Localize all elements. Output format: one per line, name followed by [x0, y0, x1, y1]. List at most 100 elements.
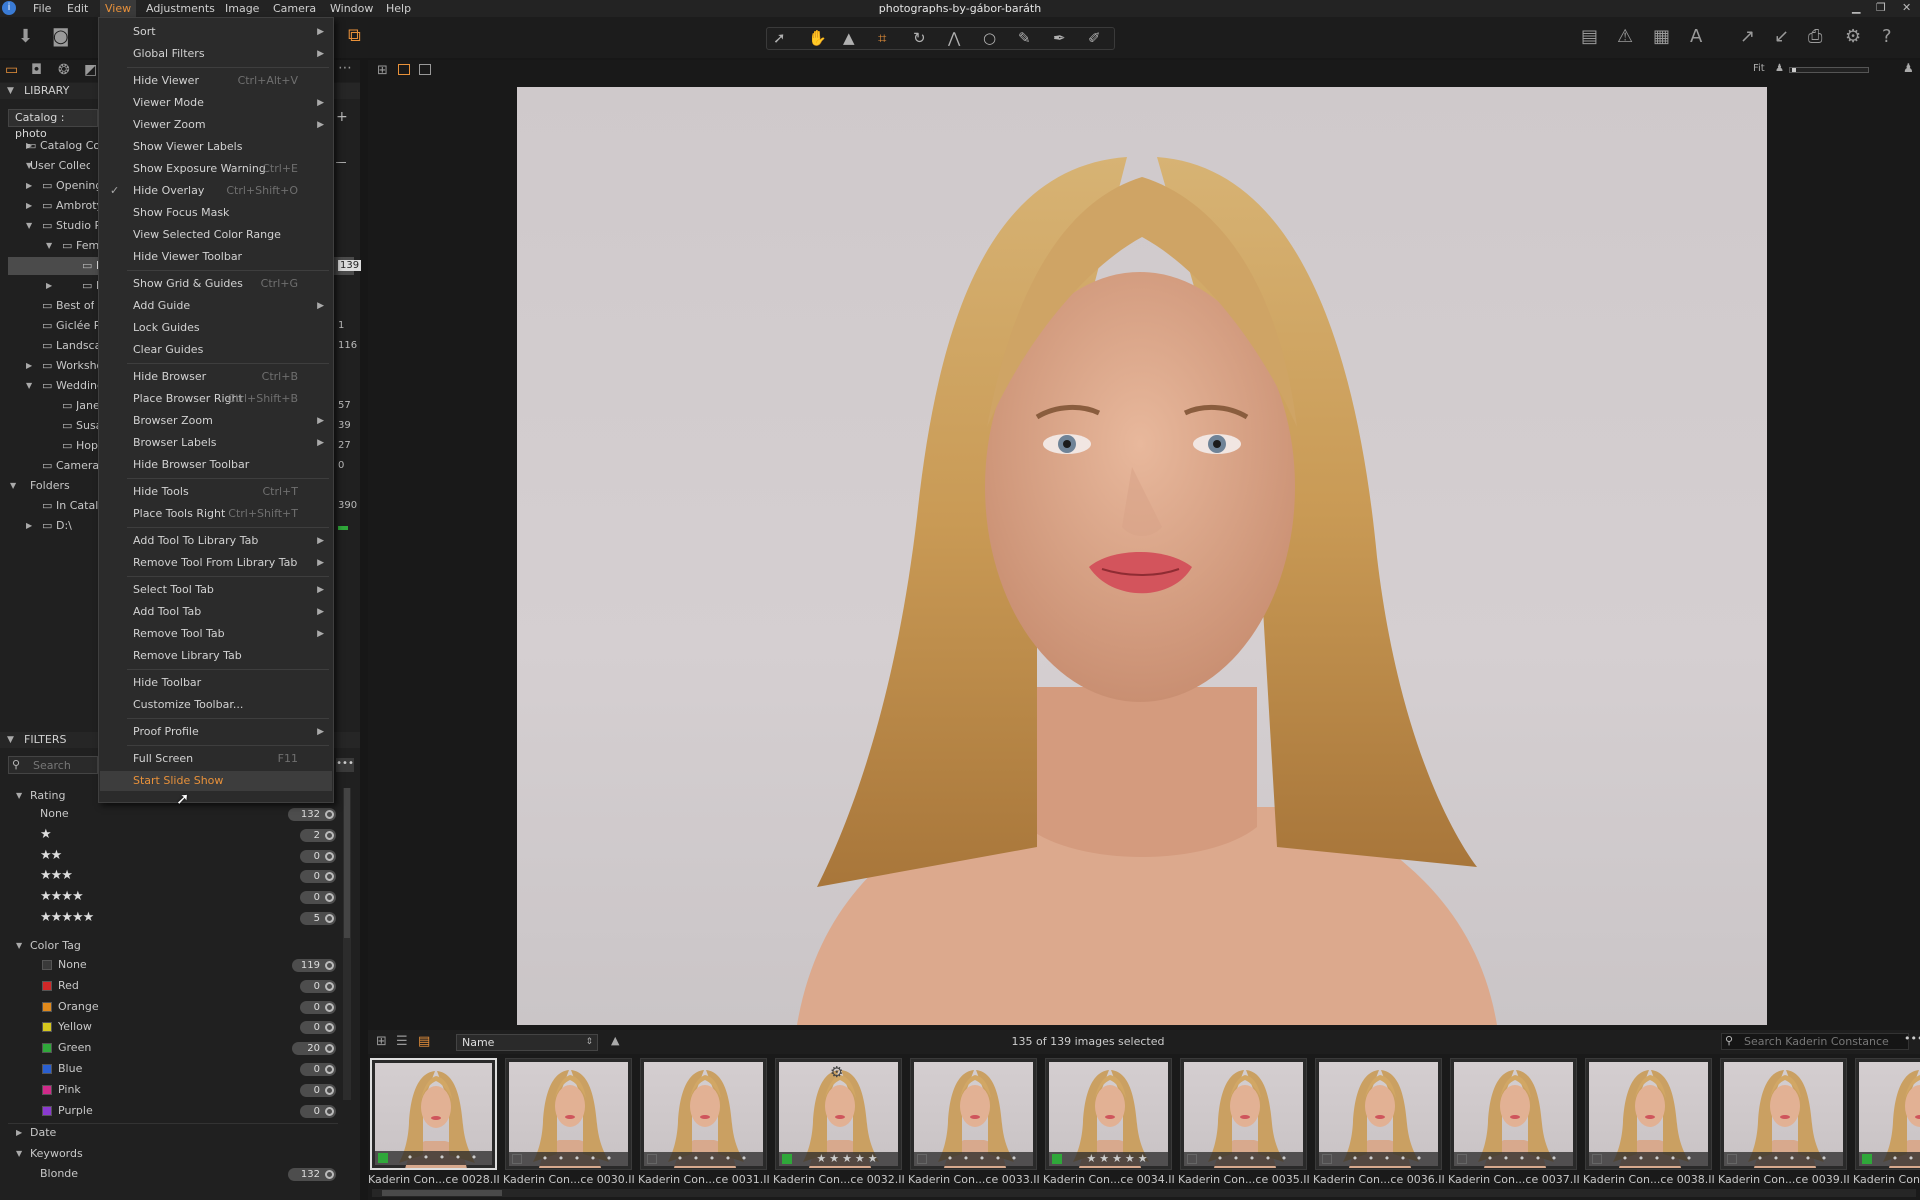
filter-options-icon[interactable]: •••: [336, 758, 354, 772]
zoom-icon[interactable]: ▲: [843, 29, 855, 47]
date-header[interactable]: ▶ Date: [12, 1124, 342, 1142]
expand-icon[interactable]: ▼: [46, 237, 52, 255]
thumbnail[interactable]: • • • • •: [505, 1058, 632, 1170]
viewer-single-icon[interactable]: [398, 64, 410, 75]
color-tag-icon[interactable]: [782, 1154, 792, 1164]
menu-item[interactable]: Hide Overlay Ctrl+Shift+O ✓: [100, 181, 332, 201]
panel-menu-icon[interactable]: ⋯: [338, 60, 352, 76]
menu-item[interactable]: Viewer Mode ▶: [100, 93, 332, 113]
tree-item[interactable]: ▭Hope: [8, 437, 98, 455]
rating-filter-item[interactable]: ★★: [40, 847, 240, 865]
star-rating-icon[interactable]: • • • • •: [1609, 1152, 1708, 1166]
color-filter-item[interactable]: Pink: [58, 1081, 208, 1099]
rating-filter-item[interactable]: ★★★★★: [40, 909, 240, 927]
viewer-grid-icon[interactable]: ⊞: [377, 63, 388, 78]
browser-grid-icon[interactable]: ⊞: [376, 1034, 387, 1049]
copy-adjustments-icon[interactable]: ↗: [1740, 27, 1755, 47]
menu-item[interactable]: Place Browser Right Ctrl+Shift+B: [100, 389, 332, 409]
star-rating-icon[interactable]: • • • • •: [1474, 1152, 1573, 1166]
capture-tab-icon[interactable]: ◘: [31, 62, 42, 78]
tree-item[interactable]: ▼ ▭Weddings: [8, 377, 98, 395]
import-icon[interactable]: ⬇: [18, 27, 33, 47]
thumbnail[interactable]: • • • • •: [1585, 1058, 1712, 1170]
thumbnail[interactable]: ★★★★★ ⚙: [775, 1058, 902, 1170]
filter-count-badge[interactable]: 0: [300, 1063, 336, 1076]
browser-search-input[interactable]: ⚲ Search Kaderin Constance: [1721, 1033, 1909, 1050]
tree-item[interactable]: ▶ ▭Workshop: [8, 357, 98, 375]
crop-icon[interactable]: ⌗: [878, 29, 886, 47]
menu-item[interactable]: Place Tools Right Ctrl+Shift+T: [100, 504, 332, 524]
thumbnail[interactable]: • • • • •: [910, 1058, 1037, 1170]
remove-collection-icon[interactable]: [336, 162, 346, 163]
tree-item[interactable]: ▭ Best of: [8, 297, 98, 315]
keyword-filter-item[interactable]: Blonde: [40, 1165, 190, 1183]
filter-count-badge[interactable]: 5: [300, 912, 336, 925]
tree-item[interactable]: ▶ ▭Openings: [8, 177, 98, 195]
gear-icon[interactable]: ⚙: [1845, 27, 1861, 47]
variants-icon[interactable]: ⧉: [348, 26, 361, 46]
color-filter-item[interactable]: Orange: [58, 998, 208, 1016]
menu-item[interactable]: Proof Profile ▶: [100, 722, 332, 742]
thumbnail[interactable]: • • • • •: [1720, 1058, 1847, 1170]
expand-icon[interactable]: ▶: [26, 517, 32, 535]
color-tab-icon[interactable]: ❂: [58, 62, 70, 78]
expand-icon[interactable]: ▶: [26, 197, 32, 215]
minimize-icon[interactable]: ▁: [1852, 1, 1860, 14]
filter-count-badge[interactable]: 20: [292, 1042, 336, 1056]
color-tag-header[interactable]: ▼ Color Tag: [12, 937, 342, 955]
menu-item[interactable]: Browser Zoom ▶: [100, 411, 332, 431]
menu-item[interactable]: Clear Guides: [100, 340, 332, 360]
text-overlay-icon[interactable]: A: [1690, 27, 1702, 47]
expand-icon[interactable]: ▼: [26, 377, 32, 395]
picker-icon[interactable]: ✒: [1053, 29, 1066, 47]
menu-item[interactable]: Hide Browser Toolbar: [100, 455, 332, 475]
viewer-zoom-slider[interactable]: Fit ♟: [1753, 63, 1871, 76]
lens-tab-icon[interactable]: ◩: [84, 62, 97, 78]
menu-item[interactable]: Browser Labels ▶: [100, 433, 332, 453]
color-tag-icon[interactable]: [1727, 1154, 1737, 1164]
menu-item[interactable]: Hide Toolbar: [100, 673, 332, 693]
tree-item[interactable]: ▼ ▭Studio Po: [8, 217, 98, 235]
menu-item[interactable]: Full Screen F11: [100, 749, 332, 769]
sort-direction-icon[interactable]: ▲: [611, 1034, 619, 1047]
filter-count-badge[interactable]: 0: [300, 1104, 336, 1118]
filter-count-badge[interactable]: 0: [300, 870, 336, 884]
color-tag-icon[interactable]: [1052, 1154, 1062, 1164]
thumbnail[interactable]: ★★★★★: [1045, 1058, 1172, 1170]
menu-item[interactable]: Remove Library Tab: [100, 646, 332, 666]
mask-circle-icon[interactable]: ○: [983, 29, 996, 47]
menu-item[interactable]: Show Grid & Guides Ctrl+G: [100, 274, 332, 294]
star-rating-icon[interactable]: ★★★★★: [1069, 1152, 1168, 1166]
sort-select[interactable]: Name ⇕: [456, 1034, 598, 1051]
star-rating-icon[interactable]: • • • • •: [529, 1152, 628, 1166]
filter-search-input[interactable]: ⚲ Search: [8, 756, 98, 774]
menu-item[interactable]: Start Slide Show: [100, 771, 332, 791]
color-tag-icon[interactable]: [1457, 1154, 1467, 1164]
brush-icon[interactable]: ✎: [1018, 29, 1031, 47]
camera-icon[interactable]: ◙: [52, 27, 69, 47]
expand-icon[interactable]: ▶: [26, 357, 32, 375]
filter-count-badge[interactable]: 0: [300, 979, 336, 993]
thumbnail[interactable]: • • • • •: [1450, 1058, 1577, 1170]
menu-item[interactable]: Remove Tool From Library Tab ▶: [100, 553, 332, 573]
filter-count-badge[interactable]: 0: [300, 1021, 336, 1035]
color-filter-item[interactable]: Red: [58, 977, 208, 995]
menu-item[interactable]: Customize Toolbar...: [100, 695, 332, 715]
star-rating-icon[interactable]: • • • • •: [1879, 1152, 1920, 1166]
menu-item[interactable]: Viewer Zoom ▶: [100, 115, 332, 135]
library-tab-icon[interactable]: ▭: [5, 62, 18, 78]
thumbnail[interactable]: • • • • •: [1180, 1058, 1307, 1170]
color-tag-icon[interactable]: [1862, 1154, 1872, 1164]
tree-item[interactable]: ▭In Catalog: [8, 497, 98, 515]
tree-item[interactable]: ▭Giclée Prin: [8, 317, 98, 335]
color-tag-icon[interactable]: [378, 1153, 388, 1163]
star-rating-icon[interactable]: • • • • •: [1339, 1152, 1438, 1166]
filter-count-badge[interactable]: 132: [288, 808, 336, 821]
star-rating-icon[interactable]: • • • • •: [1744, 1152, 1843, 1166]
star-rating-icon[interactable]: • • • • •: [934, 1152, 1033, 1166]
tree-item[interactable]: ▶▭Male F: [8, 277, 98, 295]
keywords-header[interactable]: ▼ Keywords: [12, 1145, 342, 1163]
filters-scrollbar[interactable]: [343, 788, 351, 1100]
browser-options-icon[interactable]: •••: [1904, 1032, 1920, 1045]
expand-icon[interactable]: ▼: [26, 217, 32, 235]
